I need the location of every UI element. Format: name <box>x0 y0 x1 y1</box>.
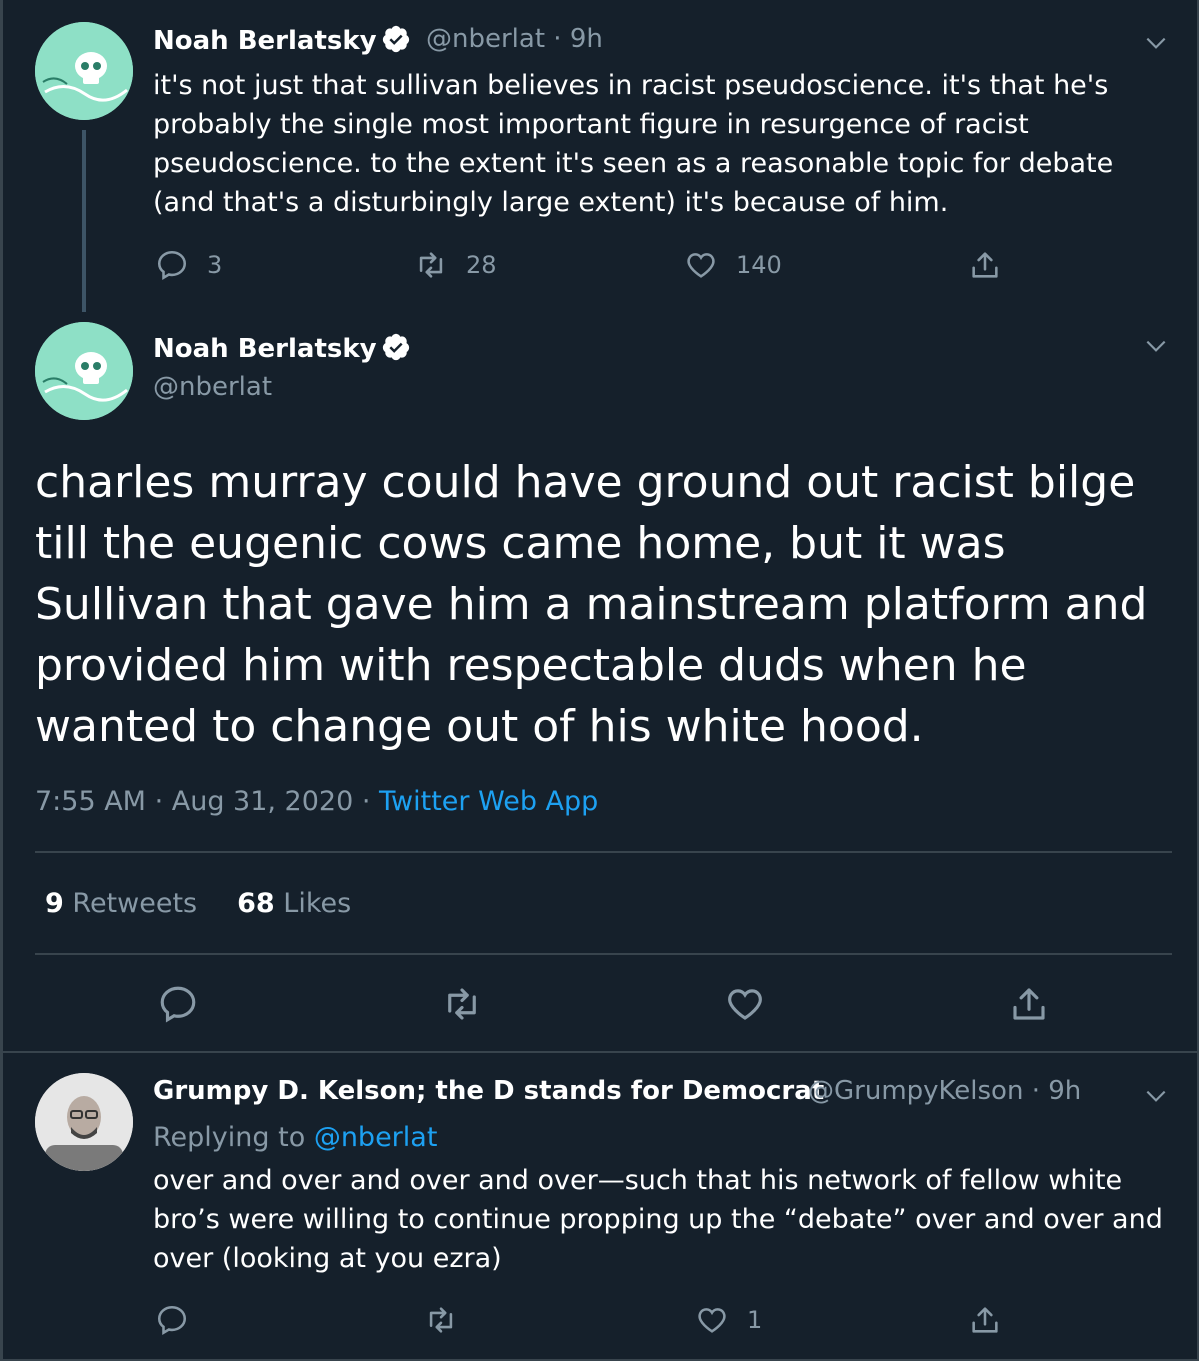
like-count: 140 <box>736 251 782 279</box>
main-like-button[interactable] <box>724 983 766 1025</box>
divider <box>3 1051 1197 1053</box>
reply-reply-button[interactable] <box>155 1303 189 1337</box>
like-icon <box>698 1308 726 1333</box>
share-icon <box>1013 988 1045 1020</box>
reply-text: over and over and over and over—such tha… <box>153 1165 1163 1274</box>
reply-like-button[interactable]: 1 <box>695 1303 762 1337</box>
chevron-down-icon[interactable] <box>1143 333 1169 359</box>
retweet-button[interactable]: 28 <box>414 248 497 282</box>
like-icon <box>728 989 762 1020</box>
main-share-button[interactable] <box>1008 983 1050 1025</box>
main-tweet-text: charles murray could have ground out rac… <box>35 457 1148 752</box>
main-retweet-button[interactable] <box>441 983 483 1025</box>
reply-author-name[interactable]: Grumpy D. Kelson; the D stands for Democ… <box>153 1076 824 1106</box>
author-handle-time[interactable]: @nberlat · 9h <box>426 24 603 54</box>
share-icon <box>972 1307 998 1333</box>
retweet-icon <box>448 988 476 1020</box>
reply-button[interactable]: 3 <box>155 248 222 282</box>
retweet-icon <box>419 252 443 278</box>
replying-to-link[interactable]: @nberlat <box>314 1122 438 1153</box>
retweet-count: 28 <box>466 251 497 279</box>
avatar-grumpy[interactable] <box>35 1073 133 1171</box>
reply-icon <box>160 986 196 1023</box>
avatar-noah-2[interactable] <box>35 322 133 420</box>
replying-to: Replying to @nberlat <box>153 1122 438 1153</box>
likes-stat[interactable]: 68 Likes <box>237 888 351 919</box>
reply-share-button[interactable] <box>968 1303 1002 1337</box>
share-button[interactable] <box>968 248 1002 282</box>
chevron-down-icon[interactable] <box>1143 30 1169 56</box>
share-icon <box>972 252 998 278</box>
tweet-timestamp[interactable]: 7:55 AM · Aug 31, 2020 · Twitter Web App <box>35 786 598 817</box>
verified-icon <box>382 333 409 361</box>
retweet-icon <box>429 1307 453 1333</box>
avatar-noah-1[interactable] <box>35 22 133 120</box>
reply-handle-time[interactable]: @GrumpyKelson · 9h <box>808 1076 1081 1106</box>
reply-like-count: 1 <box>747 1306 763 1334</box>
main-author-handle[interactable]: @nberlat <box>153 372 272 402</box>
main-author-name[interactable]: Noah Berlatsky <box>153 332 411 364</box>
reply-icon <box>157 250 187 281</box>
verified-icon <box>382 25 409 53</box>
tweet-text: it's not just that sullivan believes in … <box>153 70 1114 218</box>
chevron-down-icon[interactable] <box>1143 1083 1169 1109</box>
reply-retweet-button[interactable] <box>424 1303 458 1337</box>
like-button[interactable]: 140 <box>684 248 782 282</box>
engagement-stats: 9 Retweets 68 Likes <box>45 888 351 919</box>
divider <box>35 953 1172 955</box>
author-name[interactable]: Noah Berlatsky <box>153 24 411 56</box>
reply-count: 3 <box>207 251 223 279</box>
like-icon <box>687 253 715 278</box>
reply-icon <box>157 1305 187 1336</box>
tweet-source-link[interactable]: Twitter Web App <box>379 786 598 817</box>
main-reply-button[interactable] <box>157 983 199 1025</box>
retweets-stat[interactable]: 9 Retweets <box>45 888 197 919</box>
divider <box>35 851 1172 853</box>
thread-line <box>82 130 86 312</box>
